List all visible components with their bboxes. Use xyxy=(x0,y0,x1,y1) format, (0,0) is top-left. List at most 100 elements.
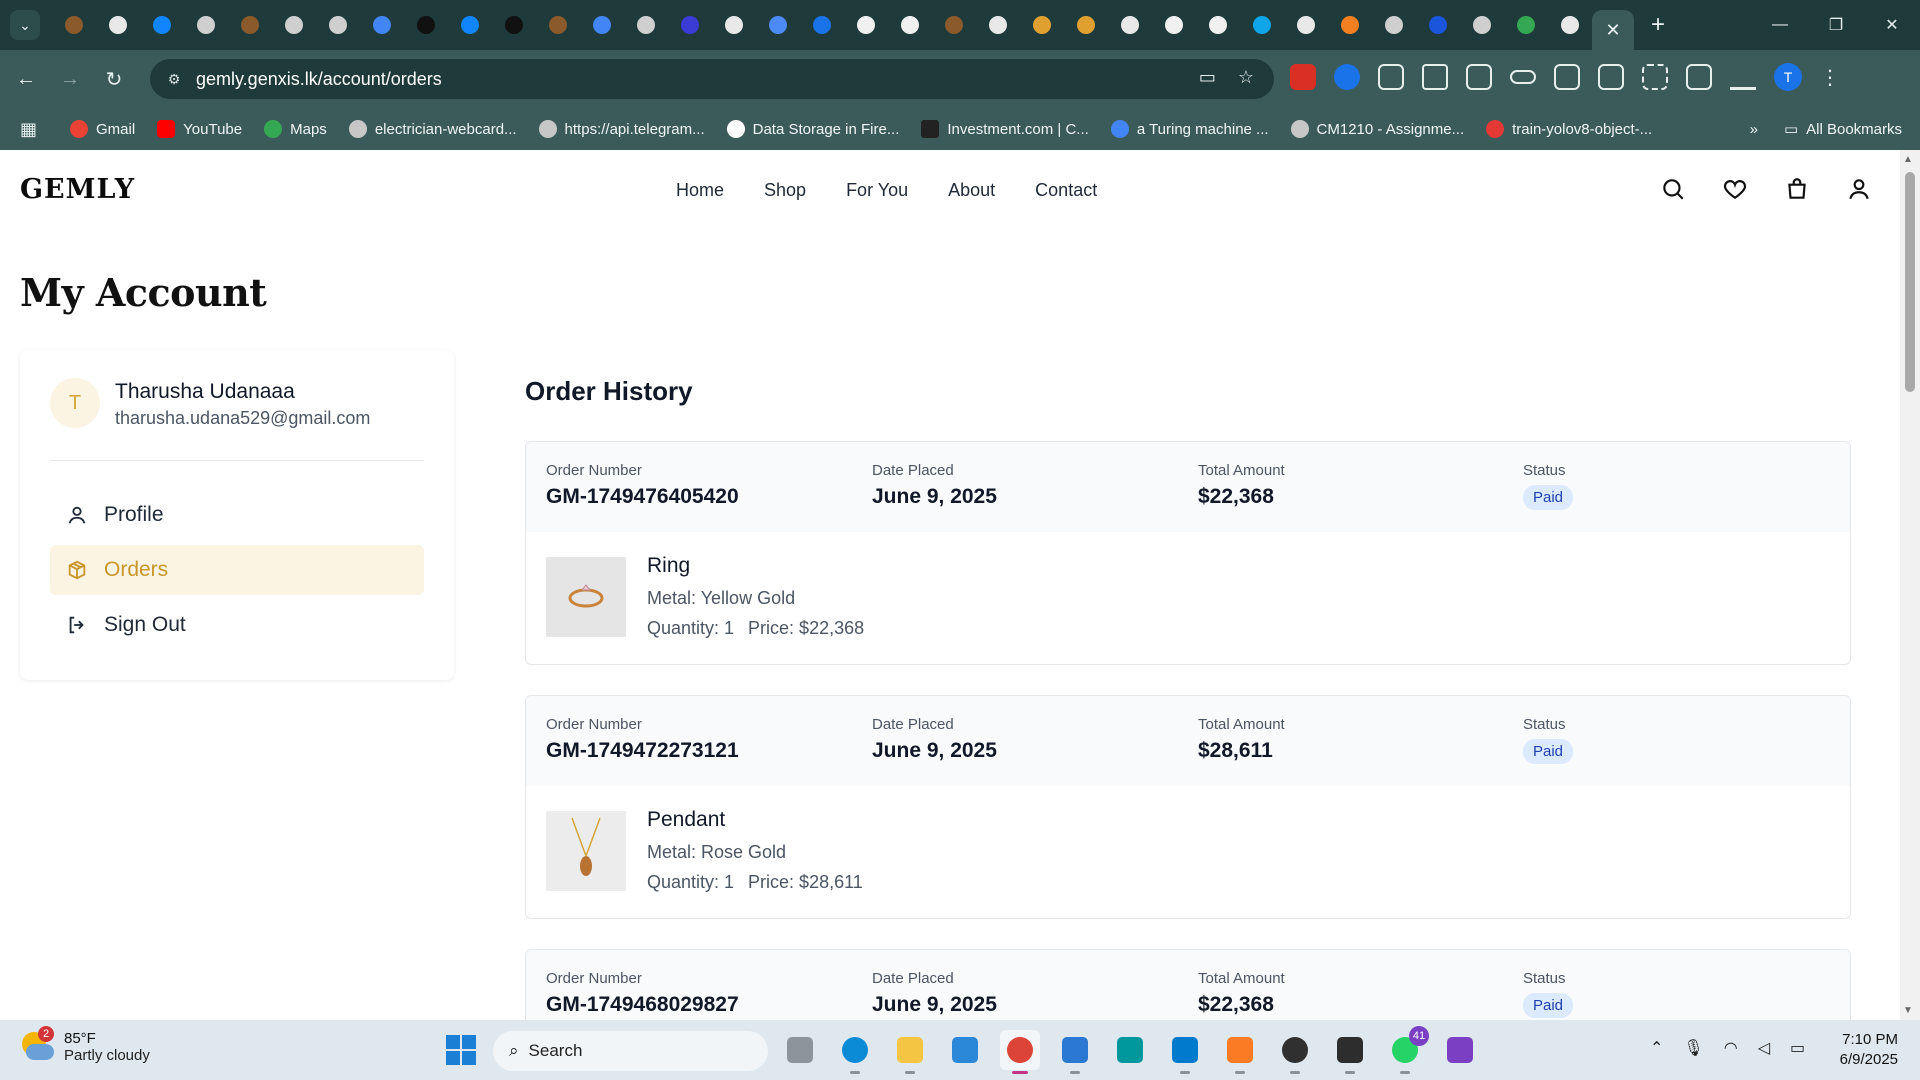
scroll-thumb[interactable] xyxy=(1905,172,1915,392)
tab[interactable] xyxy=(96,7,140,43)
close-tab-icon[interactable]: ✕ xyxy=(1594,20,1632,41)
tab[interactable] xyxy=(404,7,448,43)
minimize-icon[interactable]: — xyxy=(1752,0,1808,50)
url-text[interactable]: gemly.genxis.lk/account/orders xyxy=(196,69,442,90)
heart-icon[interactable] xyxy=(1722,176,1748,207)
tab[interactable] xyxy=(316,7,360,43)
chevron-up-icon[interactable]: ⌃ xyxy=(1650,1038,1663,1058)
bookmark-item[interactable]: https://api.telegram... xyxy=(538,120,705,138)
close-window-icon[interactable]: ✕ xyxy=(1864,0,1920,50)
tab[interactable] xyxy=(756,7,800,43)
whatsapp-icon[interactable]: 41 xyxy=(1385,1026,1429,1074)
user-icon[interactable] xyxy=(1846,176,1872,207)
profile-avatar[interactable]: T xyxy=(1774,63,1802,91)
arduino-icon[interactable] xyxy=(1110,1030,1150,1070)
sidebar-item-orders[interactable]: Orders xyxy=(50,545,424,595)
new-tab-button[interactable]: + xyxy=(1638,11,1678,39)
link-icon[interactable] xyxy=(1510,70,1536,84)
tab[interactable] xyxy=(52,7,96,43)
sidebar-item-profile[interactable]: Profile xyxy=(50,490,424,540)
tab[interactable] xyxy=(1460,7,1504,43)
page-scrollbar[interactable]: ▲ ▼ xyxy=(1900,150,1920,1020)
nav-about[interactable]: About xyxy=(948,180,995,201)
tab[interactable] xyxy=(1548,7,1592,43)
site-info-icon[interactable]: ⚙ xyxy=(162,67,186,91)
nav-contact[interactable]: Contact xyxy=(1035,180,1097,201)
scroll-up-icon[interactable]: ▲ xyxy=(1903,154,1913,165)
app-icon[interactable] xyxy=(1440,1030,1480,1070)
tab[interactable] xyxy=(1504,7,1548,43)
tab[interactable] xyxy=(1152,7,1196,43)
vscode-icon[interactable] xyxy=(1165,1030,1205,1074)
translate-icon[interactable] xyxy=(1466,64,1492,90)
clock[interactable]: 7:10 PM 6/9/2025 xyxy=(1840,1030,1898,1070)
extension-icon[interactable] xyxy=(1290,64,1316,90)
tab[interactable] xyxy=(448,7,492,43)
nav-shop[interactable]: Shop xyxy=(764,180,806,201)
tab[interactable] xyxy=(272,7,316,43)
extension-icon[interactable] xyxy=(1334,64,1360,90)
nav-for-you[interactable]: For You xyxy=(846,180,908,201)
product-name[interactable]: Ring xyxy=(647,554,690,578)
tab-active[interactable]: ✕ xyxy=(1592,10,1634,50)
tab[interactable] xyxy=(844,7,888,43)
apps-grid-icon[interactable]: ▦ xyxy=(20,119,46,140)
product-image[interactable] xyxy=(546,811,626,891)
battery-icon[interactable]: ▭ xyxy=(1790,1038,1805,1058)
more-bookmarks-icon[interactable]: » xyxy=(1750,121,1758,138)
bookmark-item[interactable]: a Turing machine ... xyxy=(1110,120,1269,138)
tab[interactable] xyxy=(1284,7,1328,43)
tab-search-button[interactable]: ⌄ xyxy=(10,10,40,40)
bookmark-item[interactable]: Gmail xyxy=(70,120,135,138)
product-name[interactable]: Pendant xyxy=(647,808,725,832)
bookmark-item[interactable]: YouTube xyxy=(157,120,242,138)
puzzle-icon[interactable] xyxy=(1378,64,1404,90)
notepad-icon[interactable] xyxy=(1055,1030,1095,1074)
store-icon[interactable] xyxy=(945,1030,985,1070)
xampp-icon[interactable] xyxy=(1220,1030,1260,1074)
chrome-icon[interactable] xyxy=(1000,1030,1040,1074)
card-icon[interactable]: ▭ xyxy=(1199,67,1216,88)
scroll-down-icon[interactable]: ▼ xyxy=(1903,1005,1913,1016)
screenshot-icon[interactable] xyxy=(1422,64,1448,90)
tab[interactable] xyxy=(580,7,624,43)
reading-mode-icon[interactable] xyxy=(1598,64,1624,90)
tab[interactable] xyxy=(228,7,272,43)
tab[interactable] xyxy=(1064,7,1108,43)
terminal-icon[interactable] xyxy=(1330,1030,1370,1074)
tab[interactable] xyxy=(1020,7,1064,43)
taskbar-search[interactable]: ⌕ Search xyxy=(493,1031,768,1071)
bookmark-star-icon[interactable]: ☆ xyxy=(1238,67,1254,88)
all-bookmarks[interactable]: ▭ All Bookmarks xyxy=(1784,120,1902,139)
bookmark-item[interactable]: Data Storage in Fire... xyxy=(726,120,899,138)
tab[interactable] xyxy=(888,7,932,43)
weather-widget[interactable]: 2 85°F Partly cloudy xyxy=(20,1026,150,1064)
tab[interactable] xyxy=(536,7,580,43)
sidebar-item-sign-out[interactable]: Sign Out xyxy=(50,600,424,650)
bookmark-item[interactable]: Investment.com | C... xyxy=(921,120,1089,138)
file-explorer-icon[interactable] xyxy=(890,1030,930,1074)
wifi-icon[interactable]: ◠ xyxy=(1724,1038,1738,1058)
menu-icon[interactable]: ⋮ xyxy=(1820,65,1840,90)
tab[interactable] xyxy=(1196,7,1240,43)
forward-icon[interactable]: → xyxy=(52,61,88,97)
tab[interactable] xyxy=(932,7,976,43)
address-bar[interactable]: ⚙ gemly.genxis.lk/account/orders ▭ ☆ xyxy=(150,59,1274,99)
bookmark-item[interactable]: Maps xyxy=(264,120,327,138)
reload-icon[interactable]: ↻ xyxy=(96,61,132,97)
tab[interactable] xyxy=(184,7,228,43)
tab[interactable] xyxy=(360,7,404,43)
bookmark-item[interactable]: train-yolov8-object-... xyxy=(1486,120,1652,138)
volume-icon[interactable]: ◁ xyxy=(1758,1038,1770,1058)
product-image[interactable] xyxy=(546,557,626,637)
tab[interactable] xyxy=(1240,7,1284,43)
tab[interactable] xyxy=(668,7,712,43)
tab[interactable] xyxy=(712,7,756,43)
tab[interactable] xyxy=(140,7,184,43)
search-icon[interactable] xyxy=(1660,176,1686,207)
site-logo[interactable]: GEMLY xyxy=(20,174,135,205)
restore-icon[interactable]: ❐ xyxy=(1808,0,1864,50)
tab[interactable] xyxy=(1108,7,1152,43)
tab[interactable] xyxy=(624,7,668,43)
edge-icon[interactable] xyxy=(835,1030,875,1074)
